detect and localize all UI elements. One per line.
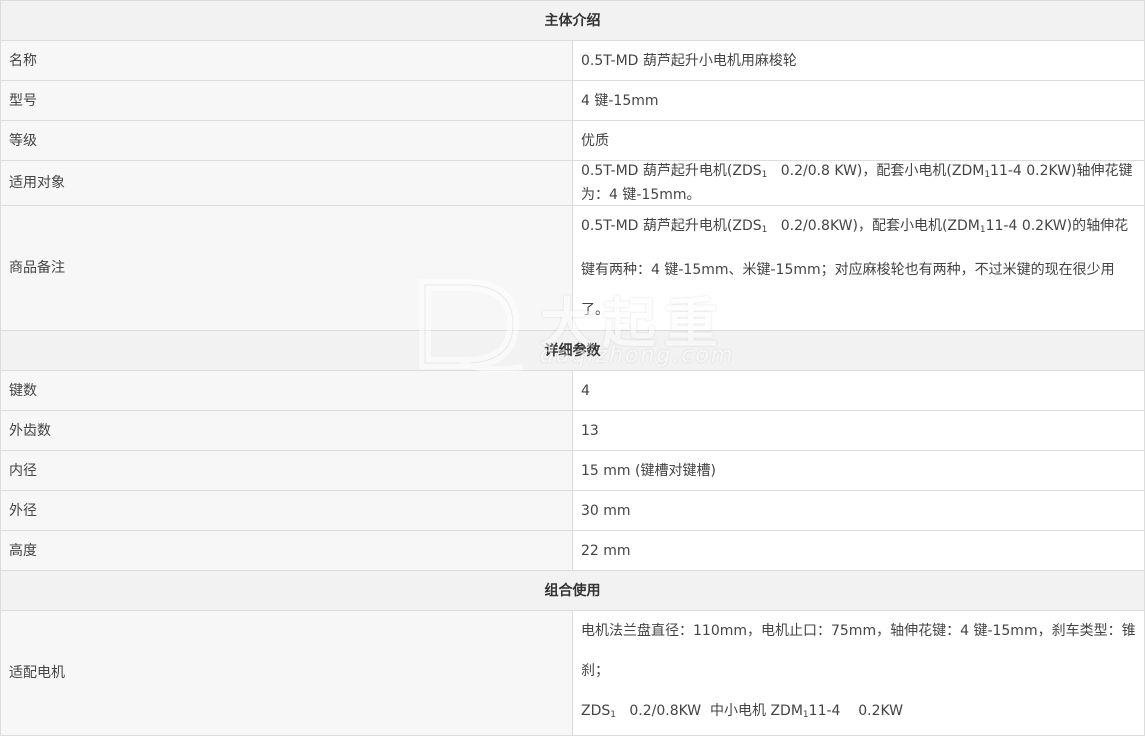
row-label-key-count: 键数 — [0, 370, 573, 411]
row-label-outer-diameter: 外径 — [0, 490, 573, 531]
section-header-combo: 组合使用 — [0, 570, 1145, 611]
row-value-inner-diameter: 15 mm (键槽对键槽) — [572, 450, 1145, 491]
section-header-details: 详细参数 — [0, 330, 1145, 371]
row-label-motor: 适配电机 — [0, 610, 573, 736]
row-label-teeth: 外齿数 — [0, 410, 573, 451]
row-value-remarks: 0.5T-MD 葫芦起升电机(ZDS1 0.2/0.8KW)，配套小电机(ZDM… — [572, 205, 1145, 331]
row-value-applicable: 0.5T-MD 葫芦起升电机(ZDS1 0.2/0.8 KW)，配套小电机(ZD… — [572, 160, 1145, 206]
row-value-height: 22 mm — [572, 530, 1145, 571]
row-label-grade: 等级 — [0, 120, 573, 161]
row-value-teeth: 13 — [572, 410, 1145, 451]
row-label-inner-diameter: 内径 — [0, 450, 573, 491]
row-value-key-count: 4 — [572, 370, 1145, 411]
row-value-model: 4 键-15mm — [572, 80, 1145, 121]
row-value-motor: 电机法兰盘直径：110mm，电机止口：75mm，轴伸花键：4 键-15mm，刹车… — [572, 610, 1145, 736]
row-label-height: 高度 — [0, 530, 573, 571]
motor-line-1: 电机法兰盘直径：110mm，电机止口：75mm，轴伸花键：4 键-15mm，刹车… — [581, 623, 1136, 679]
motor-line-2: ZDS1 0.2/0.8KW 中小电机 ZDM111-4 0.2KW — [581, 703, 904, 720]
row-value-name: 0.5T-MD 葫芦起升小电机用麻梭轮 — [572, 40, 1145, 81]
row-value-grade: 优质 — [572, 120, 1145, 161]
row-label-name: 名称 — [0, 40, 573, 81]
row-value-outer-diameter: 30 mm — [572, 490, 1145, 531]
row-label-remarks: 商品备注 — [0, 205, 573, 331]
row-label-model: 型号 — [0, 80, 573, 121]
spec-table: 主体介绍 名称 0.5T-MD 葫芦起升小电机用麻梭轮 型号 4 键-15mm … — [0, 0, 1145, 736]
section-header-intro: 主体介绍 — [0, 0, 1145, 41]
row-label-applicable: 适用对象 — [0, 160, 573, 206]
